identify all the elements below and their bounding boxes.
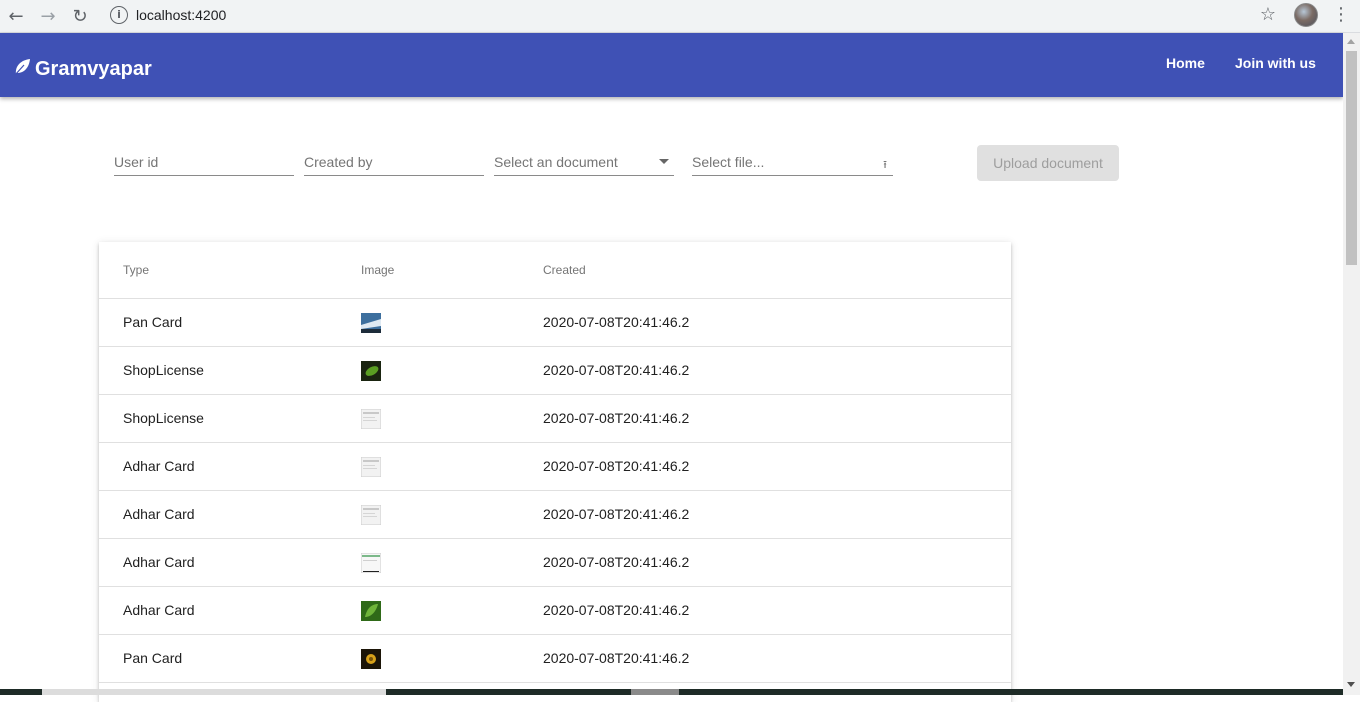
file-picker[interactable]: Select file... ⭱ [692,152,893,176]
document-thumbnail[interactable] [361,409,381,429]
cell-created: 2020-07-08T20:41:46.2 [543,458,690,474]
bottom-segment [42,689,386,695]
brand[interactable]: Gramvyapar [13,52,152,81]
table-row[interactable]: Adhar Card 2020-07-08T20:41:46.2 [99,587,1011,635]
address-bar[interactable]: i localhost:4200 ☆ [102,2,1282,28]
created-by-input[interactable] [304,152,484,172]
upload-icon: ⭱ [883,158,887,171]
browser-chrome: ← → ↻ i localhost:4200 ☆ ⋮ [0,0,1360,33]
document-thumbnail[interactable] [361,601,381,621]
bookmark-star-icon[interactable]: ☆ [1260,4,1276,25]
profile-avatar[interactable] [1294,3,1318,27]
table-row[interactable]: Adhar Card 2020-07-08T20:41:46.2 [99,491,1011,539]
cell-created: 2020-07-08T20:41:46.2 [543,650,690,666]
table-header: Type Image Created [99,242,1011,299]
forward-arrow-icon[interactable]: → [36,4,60,28]
dropdown-caret-icon [659,159,669,164]
cell-type: Adhar Card [123,458,195,474]
cell-type: Adhar Card [123,506,195,522]
document-thumbnail[interactable] [361,457,381,477]
user-id-field[interactable] [114,152,294,176]
table-row[interactable]: ShopLicense 2020-07-08T20:41:46.2 [99,395,1011,443]
created-by-field[interactable] [304,152,484,176]
cell-type: Pan Card [123,650,183,666]
scrollbar-thumb[interactable] [1346,51,1357,265]
bottom-strip [0,689,1343,695]
nav-home-link[interactable]: Home [1166,55,1205,71]
header-created[interactable]: Created [543,263,586,277]
table-row[interactable]: ShopLicense 2020-07-08T20:41:46.2 [99,347,1011,395]
document-thumbnail[interactable] [361,553,381,573]
upload-document-button[interactable]: Upload document [977,145,1119,181]
cell-type: ShopLicense [123,410,204,426]
table-row[interactable]: Pan Card 2020-07-08T20:41:46.2 [99,635,1011,683]
file-picker-label: Select file... [692,154,765,170]
scroll-up-arrow-icon[interactable] [1347,39,1355,44]
cell-created: 2020-07-08T20:41:46.2 [543,554,690,570]
cell-created: 2020-07-08T20:41:46.2 [543,602,690,618]
cell-type: Adhar Card [123,554,195,570]
header-type[interactable]: Type [123,263,149,277]
cell-created: 2020-07-08T20:41:46.2 [543,410,690,426]
document-thumbnail[interactable] [361,505,381,525]
table-row[interactable]: Pan Card 2020-07-08T20:41:46.2 [99,299,1011,347]
header-image[interactable]: Image [361,263,394,277]
address-url[interactable]: localhost:4200 [136,7,226,23]
scroll-down-arrow-icon[interactable] [1347,682,1355,687]
cell-type: ShopLicense [123,362,204,378]
document-thumbnail[interactable] [361,361,381,381]
site-info-icon[interactable]: i [110,6,128,24]
user-id-input[interactable] [114,152,294,172]
browser-menu-icon[interactable]: ⋮ [1332,5,1350,25]
cell-type: Pan Card [123,314,183,330]
cell-created: 2020-07-08T20:41:46.2 [543,362,690,378]
cell-created: 2020-07-08T20:41:46.2 [543,506,690,522]
app-toolbar: Gramvyapar Home Join with us [0,33,1343,97]
cell-created: 2020-07-08T20:41:46.2 [543,314,690,330]
documents-table: Type Image Created Pan Card 2020-07-08T2… [99,242,1011,702]
document-thumbnail[interactable] [361,313,381,333]
document-type-label: Select an document [494,154,618,170]
brand-name: Gramvyapar [35,58,152,80]
document-type-select[interactable]: Select an document [494,152,674,176]
nav-join-link[interactable]: Join with us [1235,55,1316,71]
cell-type: Adhar Card [123,602,195,618]
bottom-segment [631,689,679,695]
leaf-icon [14,58,30,75]
table-row[interactable]: Adhar Card 2020-07-08T20:41:46.2 [99,443,1011,491]
reload-icon[interactable]: ↻ [68,4,92,28]
table-row[interactable]: Adhar Card 2020-07-08T20:41:46.2 [99,539,1011,587]
back-arrow-icon[interactable]: ← [4,4,28,28]
document-thumbnail[interactable] [361,649,381,669]
page-scrollbar[interactable] [1343,33,1360,695]
